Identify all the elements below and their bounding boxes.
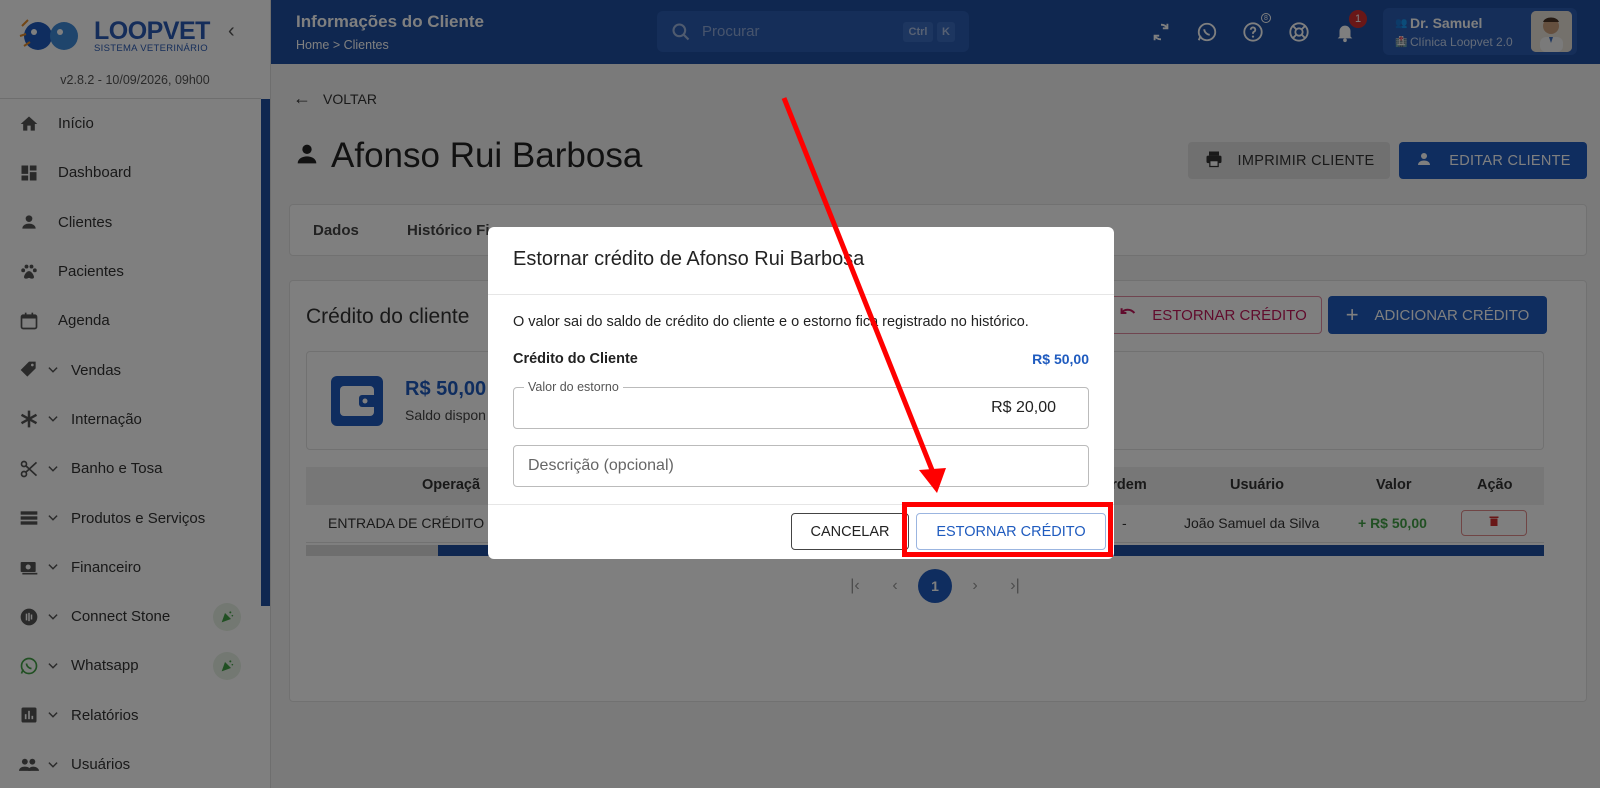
refund-amount-label: Valor do estorno [524, 380, 623, 394]
annotation-highlight-box [902, 502, 1113, 557]
description-field[interactable]: Descrição (opcional) [513, 445, 1089, 487]
client-credit-label: Crédito do Cliente [513, 351, 638, 367]
refund-amount-value: R$ 20,00 [991, 399, 1056, 416]
cancel-button[interactable]: CANCELAR [791, 513, 909, 550]
dialog-message: O valor sai do saldo de crédito do clien… [513, 314, 1029, 330]
description-placeholder: Descrição (opcional) [528, 457, 674, 474]
dialog-title: Estornar crédito de Afonso Rui Barbosa [513, 248, 865, 270]
dialog-divider [488, 294, 1114, 295]
client-credit-value: R$ 50,00 [1032, 351, 1089, 367]
refund-amount-field[interactable]: Valor do estorno R$ 20,00 [513, 380, 1089, 429]
